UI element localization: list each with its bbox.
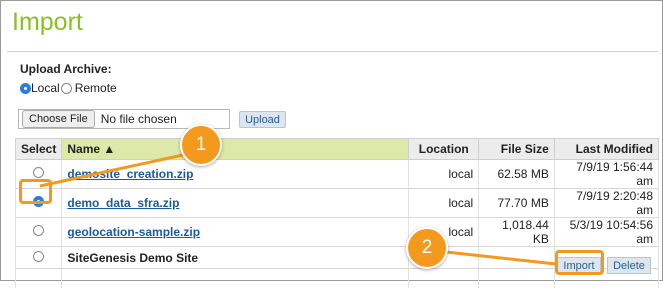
callout-connector-lines — [0, 0, 663, 281]
callout-1-connector — [40, 155, 183, 186]
highlight-selected-radio — [19, 179, 52, 204]
callout-badge-1: 1 — [180, 124, 222, 166]
callout-badge-2: 2 — [406, 227, 448, 269]
highlight-import-button — [555, 250, 604, 275]
